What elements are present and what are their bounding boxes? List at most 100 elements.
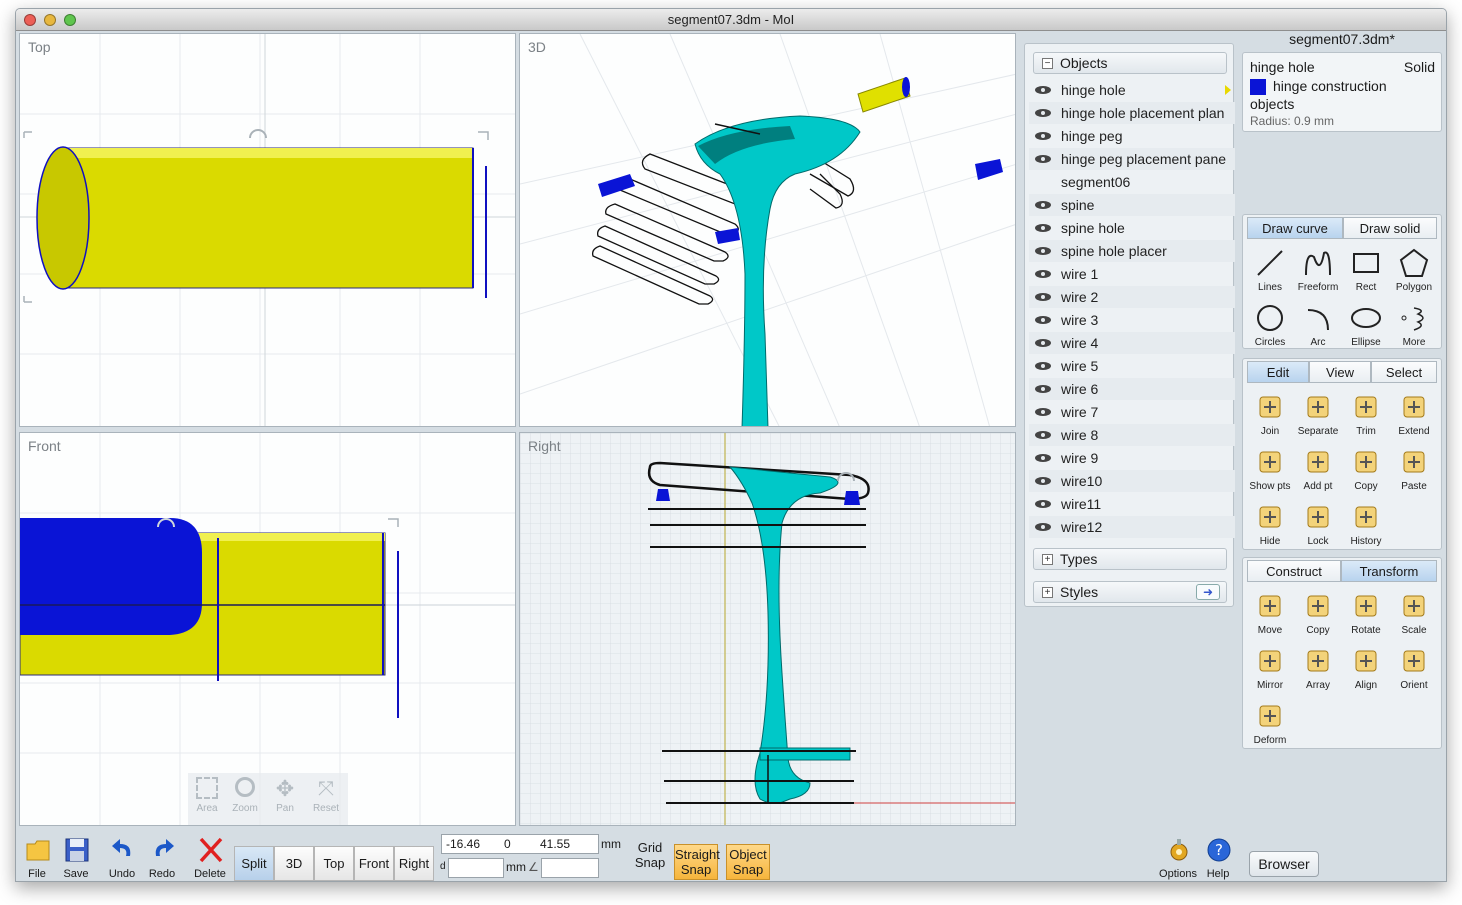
- object-row[interactable]: spine: [1029, 194, 1235, 216]
- object-name[interactable]: hinge hole: [1250, 59, 1315, 75]
- object-row[interactable]: wire 7: [1029, 401, 1235, 423]
- tab-transform[interactable]: Transform: [1341, 560, 1437, 582]
- object-row[interactable]: wire 6: [1029, 378, 1235, 400]
- eye-visibility-icon[interactable]: [1035, 132, 1051, 140]
- viewport-front[interactable]: Front Area Zoom ✥ Pan ⤧ Reset: [19, 432, 516, 826]
- object-snap-toggle[interactable]: Object Snap: [726, 844, 770, 880]
- view-front-button[interactable]: Front: [354, 846, 394, 881]
- style-color-swatch[interactable]: [1250, 79, 1266, 95]
- straight-snap-toggle[interactable]: Straight Snap: [674, 844, 720, 880]
- tab-edit[interactable]: Edit: [1247, 361, 1309, 383]
- collapse-icon[interactable]: −: [1042, 58, 1053, 69]
- zoom-control[interactable]: Zoom: [230, 775, 260, 825]
- eye-visibility-icon[interactable]: [1035, 477, 1051, 485]
- style-name[interactable]: hinge construction: [1273, 78, 1387, 94]
- edit-history-button[interactable]: History: [1341, 499, 1391, 553]
- eye-visibility-icon[interactable]: [1035, 247, 1051, 255]
- eye-visibility-icon[interactable]: [1035, 454, 1051, 462]
- eye-visibility-icon[interactable]: [1035, 500, 1051, 508]
- styles-arrow-icon[interactable]: ➜: [1196, 584, 1220, 600]
- viewport-right[interactable]: Right: [519, 432, 1016, 826]
- object-row[interactable]: wire 1: [1029, 263, 1235, 285]
- object-row[interactable]: spine hole: [1029, 217, 1235, 239]
- object-row[interactable]: hinge peg: [1029, 125, 1235, 147]
- transform-orient-button[interactable]: Orient: [1389, 643, 1439, 697]
- transform-align-button[interactable]: Align: [1341, 643, 1391, 697]
- styles-header[interactable]: + Styles ➜: [1033, 581, 1227, 603]
- edit-join-button[interactable]: Join: [1245, 389, 1295, 443]
- object-row[interactable]: wire 8: [1029, 424, 1235, 446]
- edit-trim-button[interactable]: Trim: [1341, 389, 1391, 443]
- delete-button[interactable]: Delete: [190, 834, 230, 881]
- tab-construct[interactable]: Construct: [1247, 560, 1341, 582]
- types-header[interactable]: + Types: [1033, 548, 1227, 570]
- object-row[interactable]: wire 5: [1029, 355, 1235, 377]
- object-row[interactable]: spine hole placer: [1029, 240, 1235, 262]
- edit-copy-button[interactable]: Copy: [1341, 444, 1391, 498]
- eye-visibility-icon[interactable]: [1035, 293, 1051, 301]
- transform-mirror-button[interactable]: Mirror: [1245, 643, 1295, 697]
- object-row[interactable]: hinge hole placement plan: [1029, 102, 1235, 124]
- viewport-3d[interactable]: 3D: [519, 33, 1016, 427]
- draw-polygon-button[interactable]: Polygon: [1389, 245, 1439, 299]
- draw-circles-button[interactable]: Circles: [1245, 300, 1295, 354]
- transform-move-button[interactable]: Move: [1245, 588, 1295, 642]
- object-row[interactable]: wire12: [1029, 516, 1235, 538]
- close-window-button[interactable]: [24, 14, 36, 26]
- object-row[interactable]: segment06: [1029, 171, 1235, 193]
- eye-visibility-icon[interactable]: [1035, 431, 1051, 439]
- object-row[interactable]: wire11: [1029, 493, 1235, 515]
- object-row[interactable]: wire10: [1029, 470, 1235, 492]
- eye-visibility-icon[interactable]: [1035, 155, 1051, 163]
- eye-visibility-icon[interactable]: [1035, 316, 1051, 324]
- objects-header[interactable]: − Objects: [1033, 52, 1227, 74]
- edit-extend-button[interactable]: Extend: [1389, 389, 1439, 443]
- edit-add-pt-button[interactable]: Add pt: [1293, 444, 1343, 498]
- edit-show-pts-button[interactable]: Show pts: [1245, 444, 1295, 498]
- radius-label[interactable]: Radius: 0.9 mm: [1250, 114, 1334, 128]
- draw-lines-button[interactable]: Lines: [1245, 245, 1295, 299]
- distance-input[interactable]: [448, 858, 504, 878]
- transform-copy-button[interactable]: Copy: [1293, 588, 1343, 642]
- angle-input[interactable]: [541, 858, 599, 878]
- eye-visibility-icon[interactable]: [1035, 201, 1051, 209]
- eye-visibility-icon[interactable]: [1035, 86, 1051, 94]
- grid-snap-toggle[interactable]: Grid Snap: [630, 840, 670, 870]
- eye-visibility-icon[interactable]: [1035, 523, 1051, 531]
- transform-rotate-button[interactable]: Rotate: [1341, 588, 1391, 642]
- object-row[interactable]: wire 3: [1029, 309, 1235, 331]
- file-button[interactable]: File: [17, 834, 57, 881]
- tab-select[interactable]: Select: [1371, 361, 1437, 383]
- object-row[interactable]: wire 4: [1029, 332, 1235, 354]
- view-right-button[interactable]: Right: [394, 846, 434, 881]
- eye-visibility-icon[interactable]: [1035, 385, 1051, 393]
- view-split-button[interactable]: Split: [234, 846, 274, 881]
- object-row[interactable]: hinge peg placement pane: [1029, 148, 1235, 170]
- object-row[interactable]: wire 9: [1029, 447, 1235, 469]
- minimize-window-button[interactable]: [44, 14, 56, 26]
- eye-visibility-icon[interactable]: [1035, 362, 1051, 370]
- transform-deform-button[interactable]: Deform: [1245, 698, 1295, 752]
- tab-view[interactable]: View: [1309, 361, 1371, 383]
- browser-button[interactable]: Browser: [1249, 851, 1319, 877]
- edit-paste-button[interactable]: Paste: [1389, 444, 1439, 498]
- edit-hide-button[interactable]: Hide: [1245, 499, 1295, 553]
- draw-arc-button[interactable]: Arc: [1293, 300, 1343, 354]
- expand-icon[interactable]: +: [1042, 554, 1053, 565]
- view-3d-button[interactable]: 3D: [274, 846, 314, 881]
- tab-draw-solid[interactable]: Draw solid: [1343, 217, 1437, 239]
- draw-more-button[interactable]: More: [1389, 300, 1439, 354]
- viewport-top[interactable]: Top: [19, 33, 516, 427]
- eye-visibility-icon[interactable]: [1035, 408, 1051, 416]
- expand-icon[interactable]: +: [1042, 587, 1053, 598]
- draw-rect-button[interactable]: Rect: [1341, 245, 1391, 299]
- transform-array-button[interactable]: Array: [1293, 643, 1343, 697]
- coordinate-input[interactable]: -16.46 0 41.55: [441, 834, 599, 854]
- options-button[interactable]: Options: [1158, 834, 1198, 881]
- draw-ellipse-button[interactable]: Ellipse: [1341, 300, 1391, 354]
- eye-visibility-icon[interactable]: [1035, 224, 1051, 232]
- draw-freeform-button[interactable]: Freeform: [1293, 245, 1343, 299]
- tab-draw-curve[interactable]: Draw curve: [1247, 217, 1343, 239]
- eye-visibility-icon[interactable]: [1035, 339, 1051, 347]
- object-row[interactable]: wire 2: [1029, 286, 1235, 308]
